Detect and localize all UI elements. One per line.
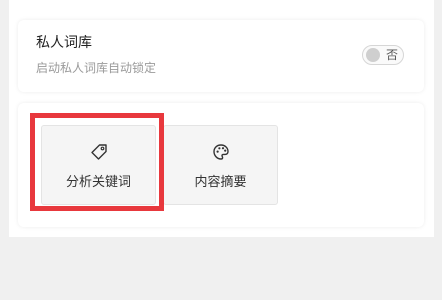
- tag-icon: [89, 142, 109, 162]
- tools-card: 分析关键词 内容摘要: [18, 103, 424, 227]
- private-lexicon-toggle[interactable]: 否: [362, 45, 404, 65]
- private-lexicon-description: 启动私人词库自动锁定: [36, 61, 157, 75]
- toggle-state-label: 否: [385, 48, 398, 62]
- palette-icon: [211, 142, 231, 162]
- analyze-keywords-label: 分析关键词: [65, 175, 131, 190]
- content-summary-button[interactable]: 内容摘要: [163, 125, 278, 205]
- private-lexicon-title: 私人词库: [36, 35, 92, 51]
- content-summary-label: 内容摘要: [194, 175, 247, 190]
- private-lexicon-card: 私人词库 启动私人词库自动锁定 否: [18, 20, 424, 92]
- toggle-knob: [366, 48, 380, 62]
- analyze-keywords-button[interactable]: 分析关键词: [41, 125, 156, 205]
